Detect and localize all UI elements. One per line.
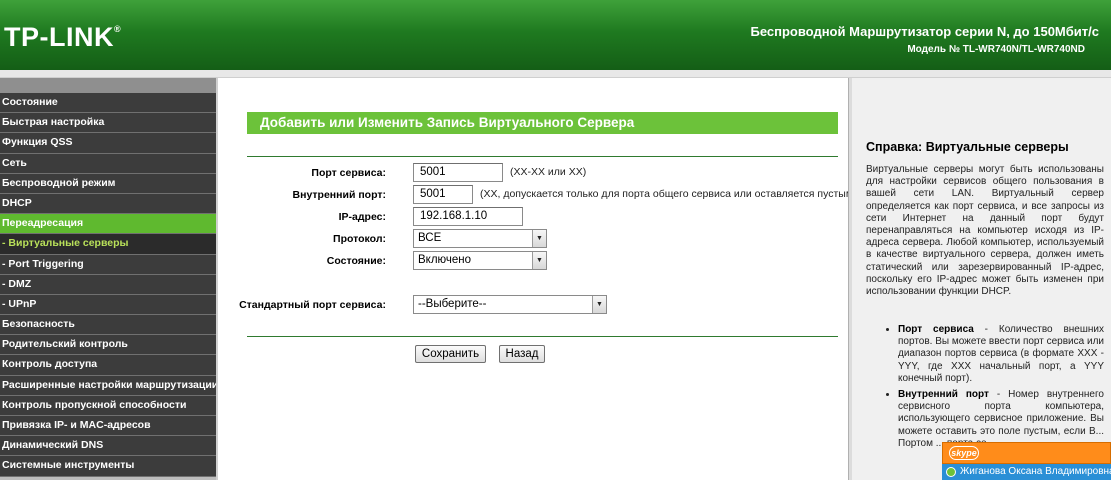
internal-port-label: Внутренний порт: xyxy=(292,189,386,201)
form-title: Добавить или Изменить Запись Виртуальног… xyxy=(247,112,838,134)
std-port-value: --Выберите-- xyxy=(418,298,487,310)
sidebar-item-qss[interactable]: Функция QSS xyxy=(0,133,216,154)
skype-logo: skype xyxy=(949,446,979,460)
status-value: Включено xyxy=(418,254,472,266)
sidebar-menu: Состояние Быстрая настройка Функция QSS … xyxy=(0,78,218,480)
protocol-value: ВСЕ xyxy=(418,232,442,244)
help-term: Внутренний порт xyxy=(898,389,989,401)
skype-notification-bar[interactable]: skype xyxy=(942,442,1111,464)
ip-address-label: IP-адрес: xyxy=(338,211,386,223)
protocol-row: Протокол: xyxy=(218,230,386,250)
sidebar-item-dhcp[interactable]: DHCP xyxy=(0,193,216,215)
save-button[interactable]: Сохранить xyxy=(415,345,486,363)
logo-text: TP-LINK xyxy=(4,22,114,52)
sidebar-item-wireless[interactable]: Беспроводной режим xyxy=(0,173,216,194)
internal-port-input[interactable]: 5001 xyxy=(413,185,473,204)
main-content: Добавить или Изменить Запись Виртуальног… xyxy=(218,78,857,480)
service-port-row: Порт сервиса: xyxy=(218,164,386,184)
header-divider xyxy=(0,70,1111,78)
help-term: Порт сервиса xyxy=(898,324,974,335)
product-title: Беспроводной Маршрутизатор серии N, до 1… xyxy=(750,24,1100,39)
protocol-select[interactable]: ВСЕ ▼ xyxy=(413,229,547,248)
skype-contact-name: Жиганова Оксана Владимировна xyxy=(960,466,1111,477)
sidebar-item-access-control[interactable]: Контроль доступа xyxy=(0,355,216,376)
service-port-input[interactable]: 5001 xyxy=(413,163,503,182)
status-label: Состояние: xyxy=(326,255,386,267)
ip-address-row: IP-адрес: xyxy=(218,208,386,228)
sidebar-item-ip-mac-binding[interactable]: Привязка IP- и MAC-адресов xyxy=(0,416,216,437)
sidebar-item-dynamic-dns[interactable]: Динамический DNS xyxy=(0,436,216,457)
sidebar-item-dmz[interactable]: - DMZ xyxy=(0,274,216,295)
chevron-down-icon[interactable]: ▼ xyxy=(592,296,606,313)
model-number: Модель № TL-WR740N/TL-WR740ND xyxy=(907,44,1085,55)
sidebar-item-security[interactable]: Безопасность xyxy=(0,315,216,336)
chevron-down-icon[interactable]: ▼ xyxy=(532,252,546,269)
service-port-label: Порт сервиса: xyxy=(311,167,386,179)
std-port-select[interactable]: --Выберите-- ▼ xyxy=(413,295,607,314)
sidebar-item-forwarding[interactable]: Переадресация xyxy=(0,214,216,235)
help-list: Порт сервиса - Количество внешних портов… xyxy=(882,324,1104,454)
sidebar-item-virtual-servers[interactable]: - Виртуальные серверы xyxy=(0,234,216,255)
help-intro: Виртуальные серверы могут быть использов… xyxy=(866,164,1104,298)
sidebar-item-quick-setup[interactable]: Быстрая настройка xyxy=(0,113,216,134)
help-title: Справка: Виртуальные серверы xyxy=(866,140,1069,154)
status-row: Состояние: xyxy=(218,252,386,272)
tp-link-logo[interactable]: TP-LINK® xyxy=(4,22,121,53)
help-item-service-port: Порт сервиса - Количество внешних портов… xyxy=(898,324,1104,385)
registered-mark: ® xyxy=(113,24,122,34)
service-port-hint: (XX-XX или XX) xyxy=(510,166,587,178)
sidebar-item-bandwidth-control[interactable]: Контроль пропускной способности xyxy=(0,395,216,416)
header: TP-LINK® Беспроводной Маршрутизатор сери… xyxy=(0,0,1111,70)
internal-port-row: Внутренний порт: xyxy=(218,186,386,206)
std-port-row: Стандартный порт сервиса: xyxy=(218,296,386,316)
divider-bottom xyxy=(247,336,838,337)
help-panel: Справка: Виртуальные серверы Виртуальные… xyxy=(852,78,1111,480)
sidebar-item-system-tools[interactable]: Системные инструменты xyxy=(0,456,216,477)
online-status-icon xyxy=(946,467,956,477)
status-select[interactable]: Включено ▼ xyxy=(413,251,547,270)
back-button[interactable]: Назад xyxy=(499,345,545,363)
divider-top xyxy=(247,156,838,157)
sidebar-item-parental-control[interactable]: Родительский контроль xyxy=(0,335,216,356)
sidebar-top-gap xyxy=(0,78,218,93)
sidebar-item-status[interactable]: Состояние xyxy=(0,93,216,114)
internal-port-hint: (XX, допускается только для порта общего… xyxy=(480,188,857,200)
sidebar-item-upnp[interactable]: - UPnP xyxy=(0,294,216,316)
std-port-label: Стандартный порт сервиса: xyxy=(239,299,386,311)
sidebar-item-advanced-routing[interactable]: Расширенные настройки маршрутизации xyxy=(0,375,216,396)
protocol-label: Протокол: xyxy=(333,233,386,245)
help-item-internal-port: Внутренний порт - Номер внутреннего серв… xyxy=(898,389,1104,450)
skype-contact[interactable]: Жиганова Оксана Владимировна xyxy=(942,464,1111,480)
ip-address-input[interactable]: 192.168.1.10 xyxy=(413,207,523,226)
sidebar-item-port-triggering[interactable]: - Port Triggering xyxy=(0,254,216,275)
chevron-down-icon[interactable]: ▼ xyxy=(532,230,546,247)
sidebar-item-network[interactable]: Сеть xyxy=(0,153,216,174)
